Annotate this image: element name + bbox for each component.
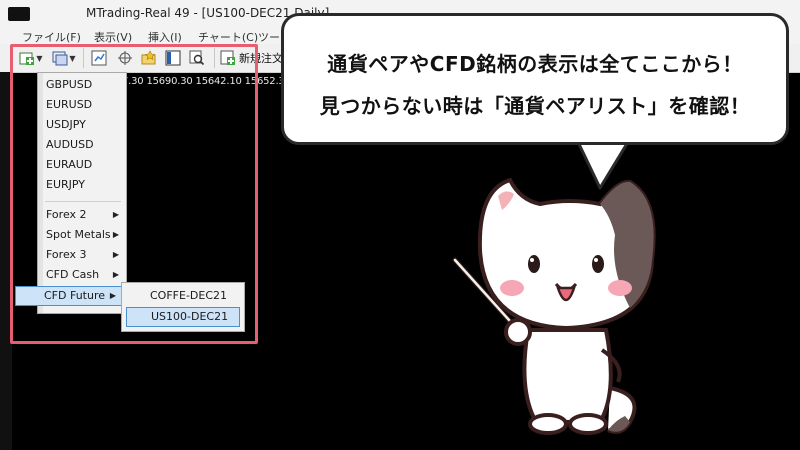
callout-line-1: 通貨ペアやCFD銘柄の表示は全てここから！ <box>327 52 743 76</box>
speech-bubble: 通貨ペアやCFD銘柄の表示は全てここから！ 見つからない時は「通貨ペアリスト」を… <box>281 13 789 145</box>
cat-mascot-illustration <box>452 177 656 435</box>
callout-line-2: 見つからない時は「通貨ペアリスト」を確認！ <box>319 94 751 118</box>
